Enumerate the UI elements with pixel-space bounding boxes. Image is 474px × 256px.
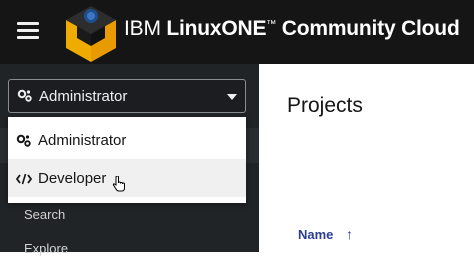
- brand-suffix: Community Cloud: [281, 17, 460, 40]
- brand-ibm: IBM: [124, 17, 161, 40]
- perspective-option-label: Administrator: [38, 132, 127, 149]
- perspective-switcher-toggle[interactable]: Administrator: [8, 79, 246, 113]
- page-title: Projects: [287, 94, 363, 117]
- hamburger-menu-icon[interactable]: [17, 22, 39, 40]
- brand-product: LinuxONE: [166, 17, 267, 40]
- code-icon: [16, 173, 32, 185]
- perspective-option-administrator[interactable]: Administrator: [8, 121, 246, 159]
- sidebar-item-explore[interactable]: Explore: [24, 241, 68, 256]
- sidebar-item-search[interactable]: Search: [24, 207, 65, 222]
- perspective-dropdown-menu: Administrator Developer: [8, 117, 246, 203]
- brand-title: IBM LinuxONE™ Community Cloud: [124, 17, 460, 47]
- masthead: IBM LinuxONE™ Community Cloud: [0, 0, 474, 64]
- main-content: [259, 64, 474, 252]
- hand-pointer-cursor-icon: [112, 176, 125, 192]
- column-header-name[interactable]: Name: [298, 227, 333, 242]
- sort-ascending-icon[interactable]: ↑: [346, 226, 353, 242]
- perspective-selected-label: Administrator: [39, 88, 128, 105]
- caret-down-icon: [227, 94, 237, 100]
- cogs-icon: [17, 89, 32, 102]
- linuxone-logo[interactable]: [63, 2, 119, 64]
- perspective-option-label: Developer: [38, 170, 107, 187]
- trademark-symbol: ™: [266, 19, 277, 30]
- perspective-option-developer[interactable]: Developer: [8, 159, 246, 197]
- cogs-icon: [16, 134, 31, 147]
